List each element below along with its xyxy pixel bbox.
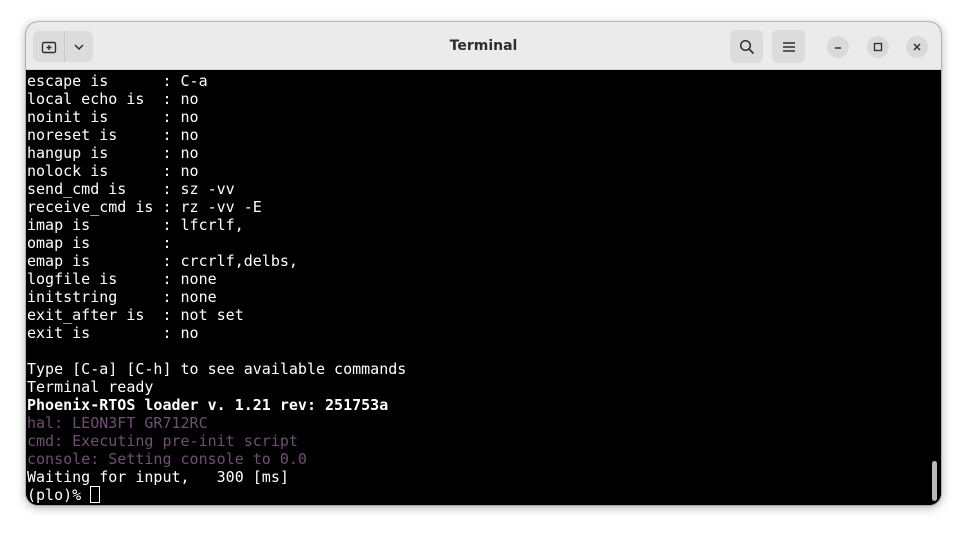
terminal-line: hal: LEON3FT GR712RC <box>27 414 208 432</box>
maximize-button[interactable] <box>867 36 889 58</box>
minimize-icon <box>835 47 841 49</box>
terminal-line: initstring : none <box>27 288 217 306</box>
close-icon <box>913 43 921 51</box>
terminal-line: Waiting for input, 300 [ms] <box>27 468 289 486</box>
terminal-line: emap is : crcrlf,delbs, <box>27 252 298 270</box>
new-tab-icon <box>41 41 56 53</box>
terminal-window: Terminal escape is: C-a local echo is:… <box>26 22 941 505</box>
terminal-line: Terminal ready <box>27 378 154 396</box>
new-tab-group <box>33 31 93 62</box>
terminal-line: Type [C-a] [C-h] to see available comman… <box>27 360 407 378</box>
hamburger-menu-icon <box>782 41 795 52</box>
terminal-line: noinit is : no <box>27 108 199 126</box>
terminal-line: Phoenix-RTOS loader v. 1.21 rev: 251753a <box>27 396 389 414</box>
search-button[interactable] <box>730 30 763 63</box>
search-icon <box>739 39 754 54</box>
terminal-line: imap is : lfcrlf, <box>27 216 244 234</box>
maximize-icon <box>873 42 883 52</box>
terminal-output[interactable]: escape is : C-a local echo is : no noinit … <box>26 71 941 505</box>
close-button[interactable] <box>906 36 928 58</box>
terminal-line: local echo is : no <box>27 90 199 108</box>
terminal-line: noreset is : no <box>27 126 199 144</box>
terminal-line: exit is : no <box>27 324 199 342</box>
terminal-line: logfile is : none <box>27 270 217 288</box>
prompt-line[interactable]: (plo)% <box>27 486 406 504</box>
terminal-line: hangup is : no <box>27 144 199 162</box>
terminal-line: console: Setting console to 0.0 <box>27 450 307 468</box>
chevron-down-icon <box>74 43 84 50</box>
terminal-line: omap is : <box>27 234 181 252</box>
terminal-line: send_cmd is : sz -vv <box>27 180 235 198</box>
text-cursor <box>90 486 101 503</box>
new-tab-button[interactable] <box>33 31 65 62</box>
headerbar: Terminal <box>26 22 941 70</box>
terminal-line: escape is : C-a <box>27 72 208 90</box>
new-tab-menu-button[interactable] <box>65 31 93 62</box>
minimize-button[interactable] <box>827 36 849 58</box>
main-menu-button[interactable] <box>772 30 805 63</box>
prompt-text: (plo)% <box>27 486 91 504</box>
terminal-line: receive_cmd is : rz -vv -E <box>27 198 262 216</box>
terminal-line: exit_after is : not set <box>27 306 244 324</box>
terminal-line: cmd: Executing pre-init script <box>27 432 298 450</box>
scrollbar[interactable] <box>932 461 937 501</box>
terminal-line: nolock is : no <box>27 162 199 180</box>
terminal-lines: escape is : C-a local echo is : no noinit … <box>27 72 406 504</box>
